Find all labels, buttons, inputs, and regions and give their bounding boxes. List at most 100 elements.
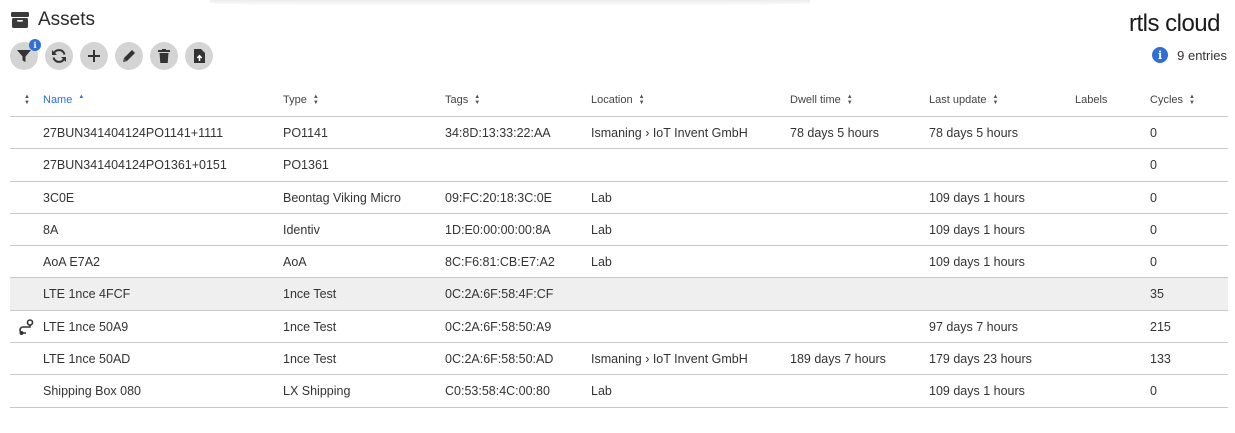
cell-cycles: 215 <box>1150 319 1171 334</box>
cell-type: PO1361 <box>283 158 329 173</box>
cell-tags: 1D:E0:00:00:00:8A <box>445 222 551 237</box>
page-header: Assets <box>10 9 95 31</box>
cell-type: Beontag Viking Micro <box>283 190 401 205</box>
cell-type: LX Shipping <box>283 384 351 399</box>
table-row[interactable]: 27BUN341404124PO1141+1111 PO1141 34:8D:13:… <box>10 117 1228 150</box>
cell-tags: 8C:F6:81:CB:E7:A2 <box>445 255 555 270</box>
assets-table: ▲ ▼ Name ▲ Type ▲ ▼ Tags ▲ ▼ Location ▲ ▼ Dwell time ▲… <box>10 84 1228 408</box>
entries-count: i 9 entries <box>1152 47 1227 63</box>
refresh-button[interactable] <box>45 42 73 70</box>
column-label: Name <box>43 94 73 106</box>
add-button[interactable] <box>80 42 108 70</box>
table-header: ▲ ▼ Name ▲ Type ▲ ▼ Tags ▲ ▼ Location ▲ ▼ Dwell time ▲… <box>10 84 1228 117</box>
sort-icon: ▲ ▼ <box>992 94 999 106</box>
sort-icon: ▲ ▼ <box>474 94 481 106</box>
pencil-icon <box>123 50 135 62</box>
cell-type: 1nce Test <box>283 352 337 367</box>
cell-cycles: 0 <box>1150 158 1157 173</box>
cell-tags: 09:FC:20:18:3C:0E <box>445 190 553 205</box>
column-label: Last update <box>929 94 987 106</box>
filter-button[interactable]: i <box>10 39 41 70</box>
cell-name: 27BUN341404124PO1141+1111 <box>43 126 224 140</box>
cell-name: LTE 1nce 50AD <box>43 352 131 367</box>
cell-location: Lab <box>591 384 612 399</box>
cell-dwell: 189 days 7 hours <box>790 352 886 367</box>
page-title: Assets <box>38 9 96 30</box>
box-icon <box>11 12 29 28</box>
column-header-labels: Labels <box>1075 84 1107 116</box>
table-row[interactable]: 27BUN341404124PO1361+0151 PO1361 0 <box>10 149 1228 182</box>
brand-logo: rtls cloud <box>1128 10 1221 37</box>
cell-cycles: 0 <box>1150 384 1157 399</box>
cell-tags: 0C:2A:6F:58:50:AD <box>445 352 554 367</box>
column-label: Cycles <box>1150 94 1184 106</box>
cell-location: Lab <box>591 222 612 237</box>
cell-name: 27BUN341404124PO1361+0151 <box>43 158 227 173</box>
toolbar: i <box>10 39 220 70</box>
cell-last-update: 109 days 1 hours <box>929 255 1025 270</box>
column-header-dwell[interactable]: Dwell time ▲ ▼ <box>790 84 853 116</box>
top-shadow <box>210 0 810 6</box>
cell-location: Ismaning › IoT Invent GmbH <box>591 352 748 367</box>
column-label: Dwell time <box>790 94 841 106</box>
cell-dwell: 78 days 5 hours <box>790 126 879 140</box>
table-row[interactable]: LTE 1nce 4FCF 1nce Test 0C:2A:6F:58:4F:CF 3… <box>10 278 1228 311</box>
cell-tags: 34:8D:13:33:22:AA <box>445 126 551 140</box>
sort-icon: ▲ ▼ <box>1189 94 1195 106</box>
cell-name: LTE 1nce 50A9 <box>43 319 129 334</box>
table-row[interactable]: LTE 1nce 50A9 1nce Test 0C:2A:6F:58:50:A9 9… <box>10 311 1228 344</box>
refresh-icon <box>52 49 66 63</box>
cell-name: 3C0E <box>43 190 75 205</box>
column-header-cycles[interactable]: Cycles ▲ ▼ <box>1150 84 1195 116</box>
column-header-location[interactable]: Location ▲ ▼ <box>591 84 645 116</box>
column-header-last-update[interactable]: Last update ▲ ▼ <box>929 84 998 116</box>
delete-button[interactable] <box>150 42 178 70</box>
cell-cycles: 0 <box>1150 126 1157 140</box>
table-row[interactable]: 3C0E Beontag Viking Micro 09:FC:20:18:3C:0… <box>10 182 1228 214</box>
column-label: Tags <box>445 94 469 106</box>
cell-location: Lab <box>591 190 612 205</box>
export-button[interactable] <box>185 42 213 70</box>
file-upload-icon <box>194 49 205 63</box>
edit-button[interactable] <box>115 42 143 70</box>
cell-last-update: 109 days 1 hours <box>929 190 1025 205</box>
cell-tags: 0C:2A:6F:58:50:A9 <box>445 319 552 334</box>
cell-name: LTE 1nce 4FCF <box>43 287 131 302</box>
cell-name: Shipping Box 080 <box>43 384 141 399</box>
cell-tags: C0:53:58:4C:00:80 <box>445 384 550 399</box>
table-body: 27BUN341404124PO1141+1111 PO1141 34:8D:13:… <box>10 117 1228 408</box>
table-row[interactable]: 8A Identiv 1D:E0:00:00:00:8A Lab 109 days 1 … <box>10 214 1228 247</box>
column-label: Labels <box>1075 94 1108 106</box>
cell-cycles: 0 <box>1150 190 1157 205</box>
cell-last-update: 97 days 7 hours <box>929 319 1018 334</box>
sort-icon: ▲ ▼ <box>638 94 645 106</box>
cell-cycles: 0 <box>1150 222 1157 237</box>
filter-icon <box>17 50 31 62</box>
cell-type: PO1141 <box>283 126 328 140</box>
table-row[interactable]: AoA E7A2 AoA 8C:F6:81:CB:E7:A2 Lab 109 days … <box>10 246 1228 279</box>
cell-location: Ismaning › IoT Invent GmbH <box>591 126 748 140</box>
cell-type: Identiv <box>283 222 320 237</box>
cell-name: 8A <box>43 222 59 237</box>
cell-name: AoA E7A2 <box>43 255 100 270</box>
column-label: Type <box>283 94 307 106</box>
info-icon: i <box>1152 47 1169 63</box>
column-header-name[interactable]: Name ▲ <box>43 84 84 116</box>
route-icon <box>19 318 34 335</box>
table-row[interactable]: LTE 1nce 50AD 1nce Test 0C:2A:6F:58:50:AD I… <box>10 343 1228 376</box>
cell-cycles: 35 <box>1150 287 1164 302</box>
column-header-type[interactable]: Type ▲ ▼ <box>283 84 319 116</box>
column-label: Location <box>591 94 633 106</box>
cell-type: 1nce Test <box>283 287 337 302</box>
sort-icon: ▲ ▼ <box>312 94 319 106</box>
entries-text: 9 entries <box>1177 47 1227 63</box>
table-row[interactable]: Shipping Box 080 LX Shipping C0:53:58:4C:0… <box>10 375 1228 408</box>
cell-type: 1nce Test <box>283 319 337 334</box>
column-header-tags[interactable]: Tags ▲ ▼ <box>445 84 480 116</box>
cell-last-update: 179 days 23 hours <box>929 352 1032 367</box>
plus-icon <box>88 50 100 62</box>
column-header-icon[interactable]: ▲ ▼ <box>20 84 30 116</box>
cell-location: Lab <box>591 255 612 270</box>
trash-icon <box>158 49 170 63</box>
cell-type: AoA <box>283 255 307 270</box>
